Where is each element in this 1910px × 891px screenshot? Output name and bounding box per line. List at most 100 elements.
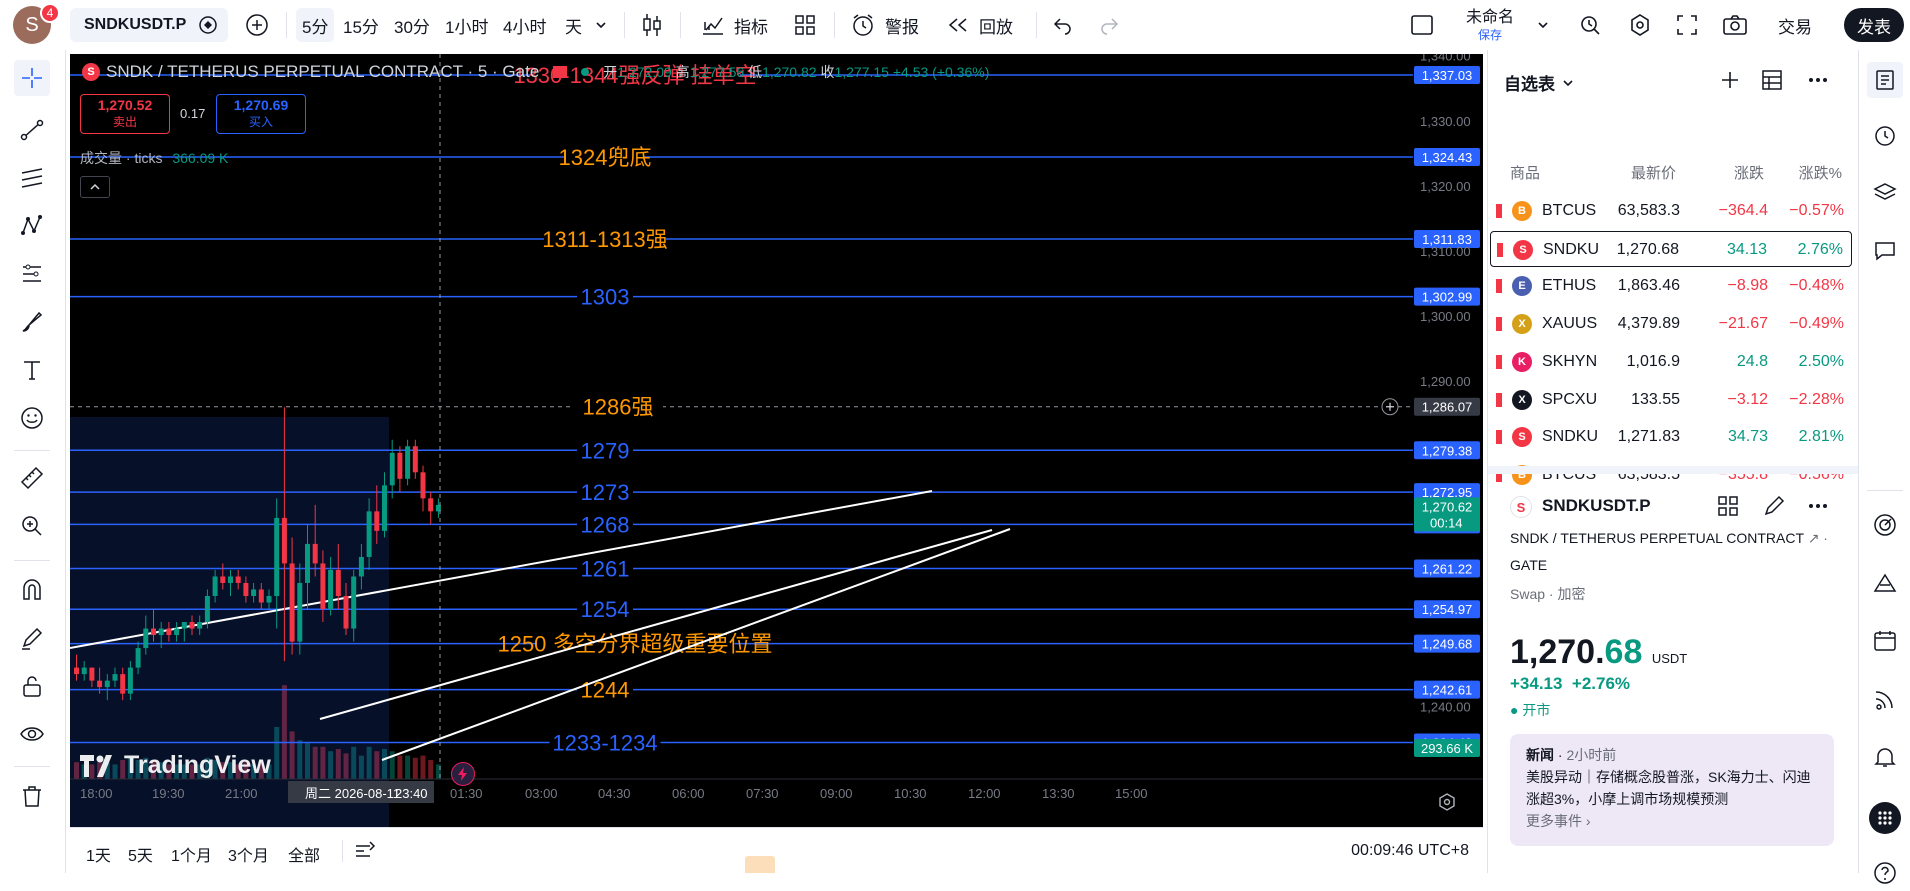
symbol-search[interactable]: SNDKUSDT.P (70, 8, 228, 42)
flag-icon[interactable] (553, 66, 568, 78)
apps-grid-icon[interactable] (1869, 802, 1901, 834)
fullscreen-icon[interactable] (1676, 8, 1698, 42)
external-link-icon[interactable]: ↗ · (1808, 530, 1828, 546)
news-card[interactable]: 新闻 · 2小时前 美股异动｜存储概念股普涨，SK海力士、闪迪涨超3%，小摩上调… (1510, 734, 1834, 846)
chevron-down-icon[interactable] (594, 8, 608, 42)
replay-icon[interactable] (945, 8, 971, 42)
more-options-icon[interactable] (1806, 68, 1830, 97)
watchlist-row[interactable]: X XAUUS 4,379.89 −21.67 −0.49% (1490, 306, 1852, 342)
flag-icon[interactable] (1496, 392, 1502, 407)
flag-icon[interactable] (1496, 279, 1502, 294)
collapse-legend-button[interactable] (80, 176, 110, 198)
header-symbol[interactable]: 商品 (1510, 162, 1540, 183)
interval-1h[interactable]: 1小时 (445, 8, 488, 42)
help-icon[interactable] (1872, 860, 1898, 891)
forecast-tool-icon[interactable] (14, 256, 50, 292)
alert-clock-icon[interactable] (850, 8, 876, 42)
level-label[interactable]: 1303 (581, 285, 630, 310)
emoji-tool-icon[interactable] (14, 400, 50, 436)
chart-settings-icon[interactable] (1435, 790, 1459, 814)
level-label[interactable]: 1273 (581, 480, 630, 505)
target-icon[interactable] (1872, 512, 1898, 543)
watchlist-icon[interactable] (1867, 62, 1903, 98)
redo-icon[interactable] (1098, 8, 1120, 42)
timezone-clock[interactable]: 00:09:46 UTC+8 (1351, 842, 1469, 860)
trendline-tool-icon[interactable] (14, 112, 50, 148)
header-change[interactable]: 涨跌 (1734, 162, 1764, 183)
level-label[interactable]: 1233-1234 (552, 731, 657, 756)
add-symbol-plus-icon[interactable] (1718, 68, 1742, 97)
watchlist-row[interactable]: X SPCXU 133.55 −3.12 −2.28% (1490, 382, 1852, 418)
interval-15m[interactable]: 15分 (343, 8, 379, 42)
ruler-measure-icon[interactable] (14, 460, 50, 496)
level-label[interactable]: 1254 (581, 597, 630, 622)
news-headline[interactable]: 美股异动｜存储概念股普涨，SK海力士、闪迪涨超3%，小摩上调市场规模预测 (1526, 766, 1818, 810)
range-1d[interactable]: 1天 (86, 842, 111, 866)
flag-icon[interactable] (1497, 242, 1503, 257)
level-label[interactable]: 1268 (581, 512, 630, 537)
quick-search-icon[interactable] (1578, 8, 1602, 42)
trash-delete-icon[interactable] (14, 778, 50, 814)
flag-icon[interactable] (1496, 204, 1502, 218)
price-chart[interactable]: 1330-1344强反弹 挂单空1324兜底1311-1313强13031279… (70, 54, 1483, 827)
level-label[interactable]: 1244 (581, 678, 630, 703)
flag-icon[interactable] (1496, 354, 1502, 369)
fib-tool-icon[interactable] (14, 160, 50, 196)
watchlist-row[interactable]: B BTCUS 63,583.3 −364.4 −0.57% (1490, 193, 1852, 229)
trendline[interactable] (381, 528, 1011, 761)
trade-button[interactable]: 交易 (1778, 8, 1812, 42)
brush-tool-icon[interactable] (14, 304, 50, 340)
magnet-icon[interactable] (14, 572, 50, 608)
level-label[interactable]: 1250 多空分界超级重要位置 (497, 632, 772, 657)
level-label[interactable]: 1311-1313强 (542, 227, 668, 252)
trendline[interactable] (319, 529, 993, 720)
interval-4h[interactable]: 4小时 (503, 8, 546, 42)
watchlist-row[interactable]: E ETHUS 1,863.46 −8.98 −0.48% (1490, 268, 1852, 304)
sell-button[interactable]: 1,270.52 卖出 (80, 94, 170, 134)
range-5d[interactable]: 5天 (128, 842, 153, 866)
candlestick-type-icon[interactable] (640, 8, 664, 42)
level-label[interactable]: 1279 (581, 438, 630, 463)
watchlist-row[interactable]: K SKHYN 1,016.9 24.8 2.50% (1490, 344, 1852, 380)
news-more-link[interactable]: 更多事件 › (1526, 810, 1818, 832)
table-view-icon[interactable] (1760, 68, 1784, 97)
interval-5m[interactable]: 5分 (296, 8, 335, 42)
settings-gear-icon[interactable] (1628, 8, 1652, 42)
buy-button[interactable]: 1,270.69 买入 (216, 94, 306, 134)
header-last[interactable]: 最新价 (1631, 162, 1676, 183)
calendar-icon[interactable] (1872, 628, 1898, 659)
alerts-clock-icon[interactable] (1872, 122, 1898, 153)
legend-title[interactable]: SNDK / TETHERUS PERPETUAL CONTRACT · 5 ·… (106, 62, 539, 82)
edit-note-icon[interactable] (1762, 494, 1786, 523)
templates-grid-icon[interactable] (793, 8, 817, 42)
layout-name[interactable]: 未命名 保存 (1460, 8, 1520, 42)
pattern-tool-icon[interactable] (14, 208, 50, 244)
ideas-mountain-icon[interactable] (1872, 570, 1898, 601)
camera-snapshot-icon[interactable] (1722, 8, 1748, 42)
interval-30m[interactable]: 30分 (394, 8, 430, 42)
replay-button[interactable]: 回放 (979, 8, 1013, 42)
flag-icon[interactable] (1496, 430, 1502, 445)
add-symbol-icon[interactable] (244, 8, 270, 42)
alert-button[interactable]: 警报 (885, 8, 919, 42)
lock-icon[interactable] (14, 668, 50, 704)
chevron-down-icon[interactable] (1536, 8, 1550, 42)
details-symbol[interactable]: SNDKUSDT.P (1542, 496, 1651, 516)
compare-icon[interactable] (198, 15, 218, 35)
level-label[interactable]: 1324兜底 (559, 145, 652, 170)
streams-broadcast-icon[interactable] (1872, 686, 1898, 717)
crosshair-label[interactable]: 1286强 (583, 395, 654, 420)
watchlist-row[interactable]: S SNDKU 1,270.68 34.13 2.76% (1490, 230, 1852, 267)
chart-pane[interactable]: 1330-1344强反弹 挂单空 1324兜底 1311-1313强 1303 1279… (70, 54, 1483, 827)
header-change-pct[interactable]: 涨跌% (1799, 162, 1842, 183)
text-tool-icon[interactable] (14, 352, 50, 388)
range-3m[interactable]: 3个月 (228, 842, 269, 866)
range-all[interactable]: 全部 (288, 842, 320, 866)
details-more-icon[interactable] (1806, 494, 1830, 523)
chat-icon[interactable] (1872, 238, 1898, 269)
goto-date-icon[interactable] (353, 839, 377, 868)
layout-select-icon[interactable] (1410, 8, 1434, 42)
notifications-bell-icon[interactable] (1872, 744, 1898, 775)
stay-drawing-pencil-icon[interactable] (14, 620, 50, 656)
watchlist-row[interactable]: B BTCUS 63,583.5 −355.8 −0.56% (1490, 457, 1852, 493)
